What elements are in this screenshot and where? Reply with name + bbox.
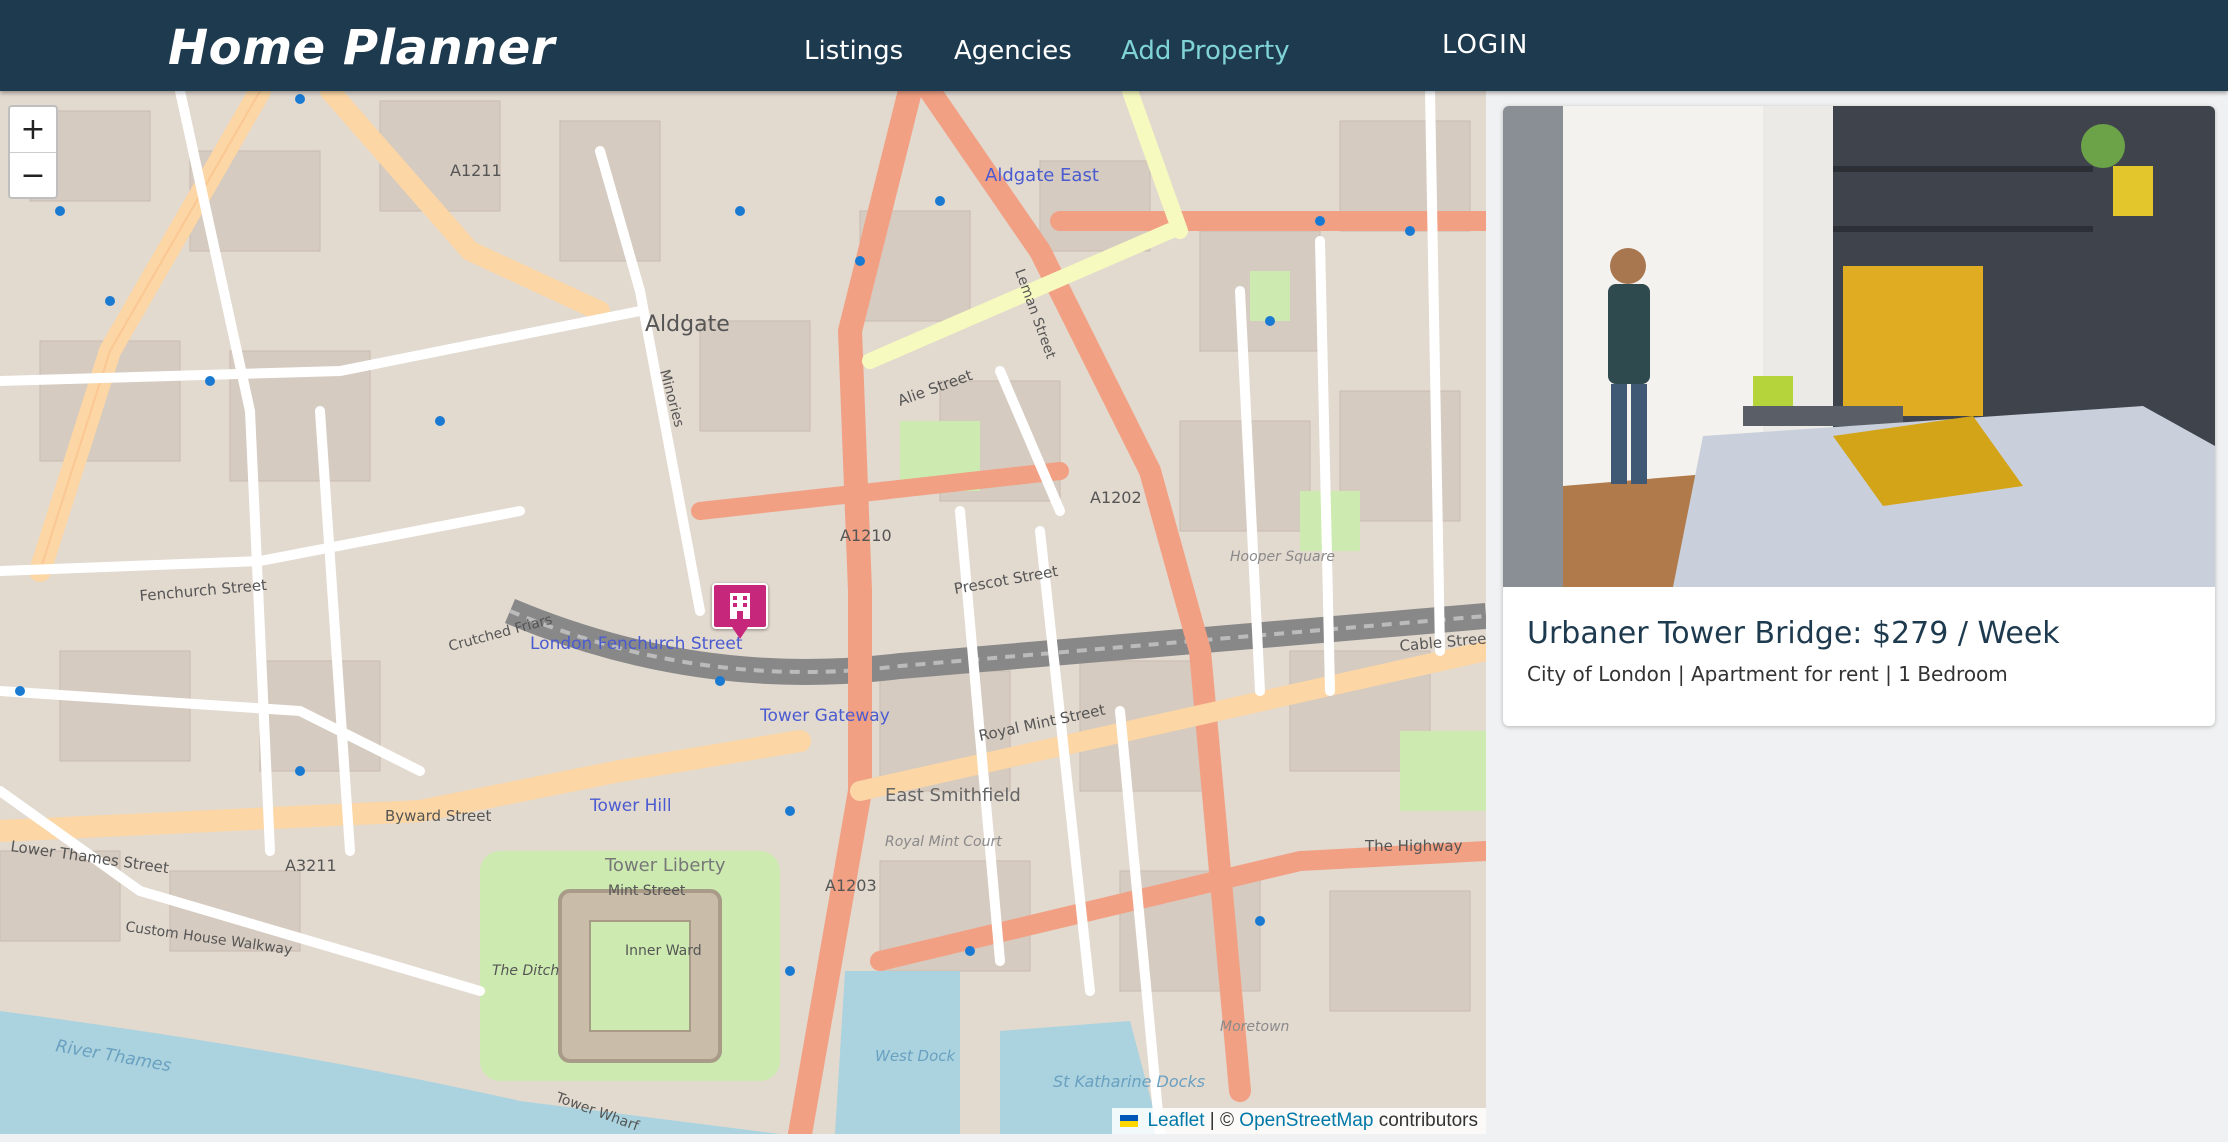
ukraine-flag-icon: [1120, 1114, 1139, 1127]
property-marker[interactable]: [712, 583, 768, 639]
svg-text:A1202: A1202: [1090, 488, 1142, 507]
login-button[interactable]: LOGIN: [1442, 30, 1528, 60]
svg-text:A1210: A1210: [840, 526, 892, 545]
svg-text:Royal Mint Court: Royal Mint Court: [885, 834, 1002, 850]
zoom-out-button[interactable]: −: [10, 153, 56, 198]
leaflet-link[interactable]: Leaflet: [1147, 1110, 1204, 1131]
zoom-in-button[interactable]: +: [10, 107, 56, 152]
attribution-separator: | ©: [1209, 1110, 1235, 1131]
nav-add-property[interactable]: Add Property: [1121, 36, 1290, 66]
nav-agencies[interactable]: Agencies: [954, 36, 1072, 66]
svg-text:A1203: A1203: [825, 876, 877, 895]
listing-card[interactable]: Urbaner Tower Bridge: $279 / Week City o…: [1503, 106, 2215, 726]
svg-text:Mint Street: Mint Street: [608, 883, 686, 899]
svg-text:Aldgate East: Aldgate East: [985, 165, 1099, 186]
building-icon: [730, 593, 750, 619]
svg-text:Moretown: Moretown: [1220, 1019, 1289, 1035]
map-attribution: Leaflet | © OpenStreetMap contributors: [1112, 1108, 1486, 1134]
zoom-control: + −: [8, 105, 58, 199]
svg-text:The Ditch: The Ditch: [492, 963, 559, 979]
map-view[interactable]: Aldgate Aldgate East London Fenchurch St…: [0, 91, 1486, 1134]
svg-text:Hooper Square: Hooper Square: [1230, 549, 1335, 565]
svg-text:A1211: A1211: [450, 161, 502, 180]
svg-text:Tower Liberty: Tower Liberty: [604, 855, 726, 876]
svg-text:Inner Ward: Inner Ward: [625, 943, 702, 959]
svg-text:Tower Hill: Tower Hill: [589, 796, 672, 816]
brand-logo[interactable]: Home Planner: [168, 20, 555, 76]
svg-text:A3211: A3211: [285, 856, 337, 875]
svg-text:The Highway: The Highway: [1364, 837, 1463, 855]
svg-text:St Katharine Docks: St Katharine Docks: [1053, 1072, 1205, 1091]
svg-text:Byward Street: Byward Street: [385, 807, 492, 825]
nav-listings[interactable]: Listings: [804, 36, 903, 66]
svg-text:East Smithfield: East Smithfield: [885, 785, 1021, 806]
svg-text:West Dock: West Dock: [875, 1047, 956, 1065]
svg-text:Tower Gateway: Tower Gateway: [759, 706, 890, 726]
label-aldgate: Aldgate: [645, 312, 730, 337]
listing-photo: [1503, 106, 2215, 587]
osm-link[interactable]: OpenStreetMap: [1239, 1110, 1373, 1131]
listing-subtitle: City of London | Apartment for rent | 1 …: [1527, 662, 2008, 686]
top-navbar: Home Planner Listings Agencies Add Prope…: [0, 0, 2228, 91]
listing-title[interactable]: Urbaner Tower Bridge: $279 / Week: [1527, 616, 2060, 651]
svg-text:London Fenchurch Street: London Fenchurch Street: [530, 634, 743, 654]
attribution-suffix: contributors: [1378, 1110, 1478, 1131]
